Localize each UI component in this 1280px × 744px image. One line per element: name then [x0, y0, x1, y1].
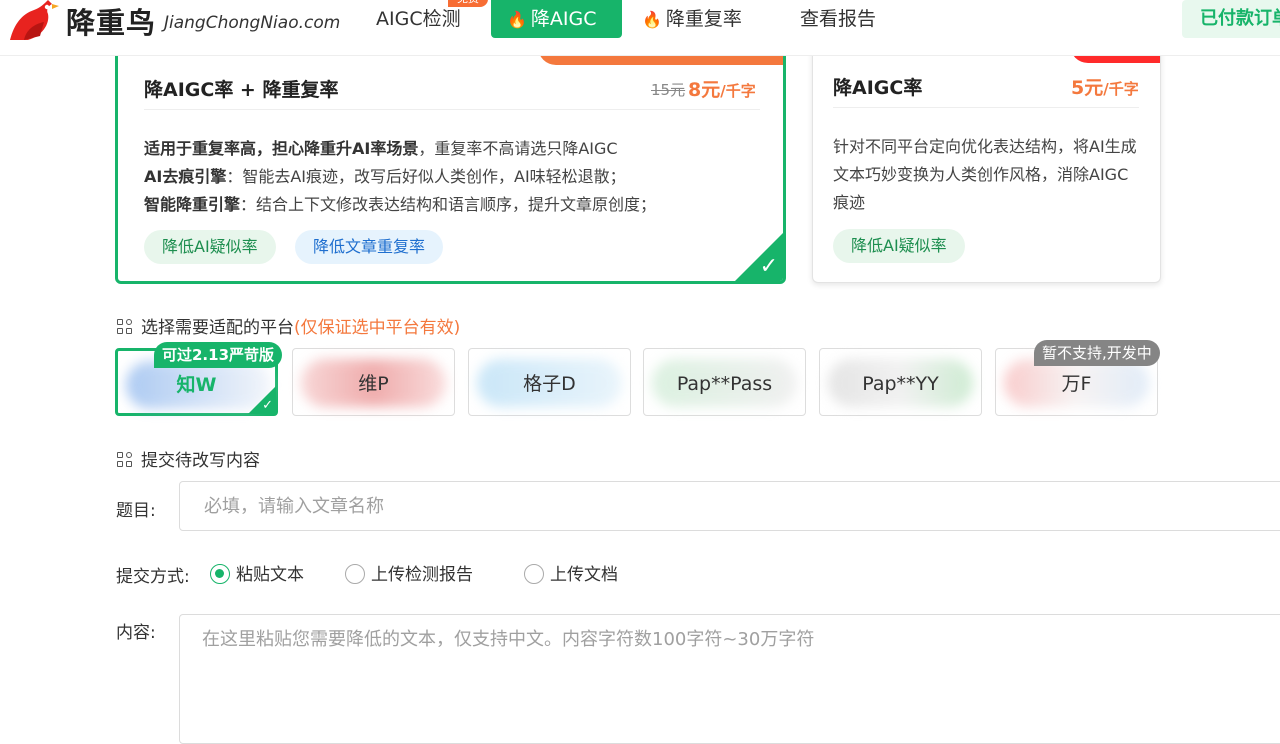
method-label: 提交方式: [116, 567, 190, 587]
product-card-aigc[interactable]: 降AIGC率 5元/千字 针对不同平台定向优化表达结构，将AI生成文本巧妙变换为… [812, 30, 1161, 283]
product-card-combo[interactable]: 降AIGC率 + 降重复率 15元 8元/千字 适用于重复率高，担心降重升AI率… [115, 30, 786, 284]
title-label: 题目: [116, 501, 156, 521]
method-radio-document[interactable]: 上传文档 [524, 560, 618, 585]
platform-option-wanf[interactable]: 万F 暂不支持,开发中 [995, 340, 1160, 416]
submit-section-heading: 提交待改写内容 [117, 446, 260, 471]
grid-icon [117, 452, 133, 468]
brand-name-cn[interactable]: 降重鸟 [66, 0, 156, 42]
radio-checked-icon [210, 564, 230, 584]
flame-icon: 🔥 [507, 10, 527, 29]
radio-unchecked-icon [524, 564, 544, 584]
brand-name-en[interactable]: JiangChongNiao.com [164, 13, 340, 33]
bird-logo-icon[interactable] [4, 0, 60, 42]
platform-option-pappass[interactable]: Pap**Pass [643, 348, 806, 416]
nav-reduce-dup-label: 降重复率 [665, 8, 742, 30]
method-radio-paste[interactable]: 粘贴文本 [210, 560, 304, 585]
platform-option-gezid[interactable]: 格子D [468, 348, 631, 416]
platform-option-zhiw[interactable]: 知W 可过2.13严苛版 ✓ [115, 342, 283, 416]
nav-reduce-aigc-label: 降AIGC [530, 8, 597, 30]
platform-name: 维P [358, 373, 389, 395]
current-price: 8元/千字 [688, 79, 756, 101]
product-description: 针对不同平台定向优化表达结构，将AI生成文本巧妙变换为人类创作风格，消除AIGC… [833, 137, 1137, 212]
platform-badge: 暂不支持,开发中 [1034, 340, 1160, 366]
platform-option-weip[interactable]: 维P [292, 348, 455, 416]
product-title: 降AIGC率 [833, 77, 923, 99]
nav-reduce-dup[interactable]: 🔥 降重复率 [642, 0, 742, 38]
paid-orders-button[interactable]: 已付款订单 [1182, 0, 1280, 38]
current-price: 5元/千字 [1071, 77, 1139, 99]
free-badge: 免费 [448, 0, 488, 7]
check-icon: ✓ [262, 398, 273, 413]
divider [144, 109, 760, 110]
top-header: 降重鸟 JiangChongNiao.com AIGC检测 免费 🔥降AIGC … [0, 0, 1280, 56]
content-textarea[interactable] [179, 614, 1280, 744]
grid-icon [117, 319, 133, 335]
platform-name: Pap**Pass [676, 373, 773, 395]
original-price: 15元 [651, 81, 686, 99]
flame-icon: 🔥 [642, 10, 662, 29]
platform-note: (仅保证选中平台有效) [294, 318, 461, 338]
platform-name: Pap**YY [862, 373, 939, 395]
platform-section-heading: 选择需要适配的平台(仅保证选中平台有效) [117, 313, 460, 338]
platform-option-papyy[interactable]: Pap**YY [819, 348, 982, 416]
feature-line: 适用于重复率高，担心降重升AI率场景，重复率不高请选只降AIGC [144, 139, 618, 158]
divider [833, 107, 1139, 108]
nav-view-report[interactable]: 查看报告 [800, 0, 876, 38]
platform-name: 格子D [523, 373, 576, 395]
feature-line: 智能降重引擎：结合上下文修改表达结构和语言顺序，提升文章原创度； [144, 195, 657, 214]
feature-tag: 降低AI疑似率 [144, 230, 276, 264]
feature-tag: 降低文章重复率 [295, 230, 444, 264]
feature-line: AI去痕引擎：智能去AI痕迹，改写后好似人类创作，AI味轻松退散； [144, 167, 626, 186]
method-radio-report[interactable]: 上传检测报告 [345, 560, 473, 585]
title-input[interactable] [179, 481, 1280, 531]
feature-tag: 降低AI疑似率 [833, 229, 965, 263]
nav-reduce-aigc[interactable]: 🔥 降AIGC [491, 0, 622, 38]
check-icon: ✓ [759, 254, 778, 279]
radio-unchecked-icon [345, 564, 365, 584]
product-title: 降AIGC率 + 降重复率 [144, 79, 339, 101]
content-label: 内容: [116, 623, 156, 643]
platform-badge: 可过2.13严苛版 [154, 342, 283, 368]
